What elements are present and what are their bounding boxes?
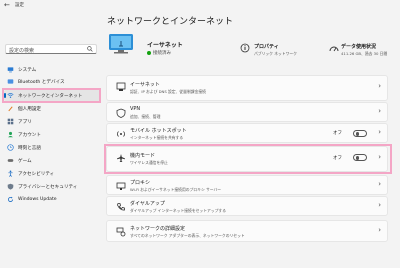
card-title: プロキシ bbox=[130, 180, 151, 186]
account-icon bbox=[8, 131, 13, 138]
sidebar-item-label: アカウント bbox=[18, 132, 41, 138]
hotspot-toggle[interactable] bbox=[353, 130, 367, 137]
sidebar-item-label: 時刻と言語 bbox=[18, 145, 41, 151]
chevron-right-icon: › bbox=[378, 226, 381, 234]
sidebar-item-label: プライバシーとセキュリティ bbox=[18, 184, 78, 190]
chevron-right-icon: › bbox=[378, 82, 381, 90]
apps-icon bbox=[7, 118, 14, 125]
brush-icon bbox=[8, 106, 13, 112]
sidebar-item-label: 個人用設定 bbox=[18, 106, 41, 112]
search-input[interactable]: 設定の検索 bbox=[5, 44, 97, 54]
main-content: ネットワークとインターネット イーサネット 接続済み プロパティ パブリック ネ… bbox=[104, 0, 400, 268]
page-title: ネットワークとインターネット bbox=[107, 17, 234, 27]
chevron-right-icon: › bbox=[378, 128, 381, 136]
sidebar-item-label: Bluetooth とデバイス bbox=[18, 79, 65, 85]
sidebar-item-apps[interactable]: アプリ bbox=[4, 116, 100, 127]
gamepad-icon bbox=[7, 159, 14, 162]
app-title: 設定 bbox=[15, 3, 24, 8]
chevron-right-icon: › bbox=[378, 180, 381, 188]
card-ethernet[interactable]: イーサネット 認証、IP および DNS 設定、従量制課金接続 › bbox=[106, 75, 388, 101]
properties-title: プロパティ bbox=[254, 44, 279, 50]
card-title: ネットワークの詳細設定 bbox=[130, 226, 186, 232]
chevron-right-icon: › bbox=[378, 107, 381, 115]
sidebar-item-privacy[interactable]: プライバシーとセキュリティ bbox=[4, 181, 100, 192]
globe-clock-icon bbox=[7, 144, 14, 151]
card-dial-up[interactable]: ダイヤルアップ ダイヤルアップ インターネット接続をセットアップする › bbox=[106, 196, 388, 216]
properties-subtitle: パブリック ネットワーク bbox=[254, 51, 297, 56]
sidebar-item-label: アプリ bbox=[18, 119, 32, 125]
bluetooth-icon bbox=[7, 79, 14, 84]
proxy-icon bbox=[116, 182, 126, 190]
connection-status: 接続済み bbox=[147, 50, 171, 56]
card-proxy[interactable]: プロキシ Wi-Fi およびイーサネット接続用のプロキシ サーバー › bbox=[106, 175, 388, 195]
card-subtitle: インターネット接続を共有する bbox=[130, 135, 184, 140]
card-subtitle: 認証、IP および DNS 設定、従量制課金接続 bbox=[130, 89, 206, 94]
connected-dot-icon bbox=[147, 50, 151, 55]
shield-icon bbox=[7, 183, 14, 190]
sidebar-item-bluetooth[interactable]: Bluetooth とデバイス bbox=[4, 76, 100, 87]
card-subtitle: Wi-Fi およびイーサネット接続用のプロキシ サーバー bbox=[130, 187, 222, 192]
card-vpn[interactable]: VPN 追加、接続、管理 › bbox=[106, 102, 388, 122]
connection-status-text: 接続済み bbox=[153, 51, 171, 56]
sidebar-item-personalization[interactable]: 個人用設定 bbox=[4, 103, 100, 114]
card-advanced-network[interactable]: ネットワークの詳細設定 すべてのネットワーク アダプターの表示、ネットワークのリ… bbox=[106, 220, 388, 242]
sidebar-item-gaming[interactable]: ゲーム bbox=[4, 155, 100, 166]
card-title: イーサネット bbox=[130, 82, 160, 88]
accessibility-icon bbox=[8, 170, 13, 177]
sidebar-item-accounts[interactable]: アカウント bbox=[4, 129, 100, 140]
search-icon bbox=[87, 46, 93, 52]
card-title: VPN bbox=[130, 106, 141, 112]
sidebar-item-label: アクセシビリティ bbox=[18, 171, 55, 177]
sidebar-item-time-language[interactable]: 時刻と言語 bbox=[4, 142, 100, 153]
card-subtitle: ダイヤルアップ インターネット接続をセットアップする bbox=[130, 208, 227, 213]
ethernet-hero-icon bbox=[109, 34, 133, 54]
highlight-frame-nav bbox=[2, 88, 101, 103]
ethernet-title: イーサネット bbox=[147, 42, 183, 49]
data-usage-icon bbox=[329, 46, 339, 52]
data-usage-title: データ使用状況 bbox=[341, 44, 377, 50]
card-subtitle: 追加、接続、管理 bbox=[130, 114, 161, 119]
card-title: ダイヤルアップ bbox=[130, 201, 165, 207]
sidebar-item-label: Windows Update bbox=[18, 196, 57, 202]
card-subtitle: すべてのネットワーク アダプターの表示、ネットワークのリセット bbox=[130, 233, 245, 238]
chevron-right-icon: › bbox=[378, 201, 381, 209]
sidebar-item-label: ゲーム bbox=[18, 158, 32, 164]
back-button[interactable]: ← bbox=[4, 1, 10, 9]
card-title: モバイル ホットスポット bbox=[130, 128, 187, 134]
ethernet-icon bbox=[116, 82, 126, 91]
phone-icon bbox=[117, 203, 125, 211]
toggle-state-label: オフ bbox=[333, 131, 342, 136]
system-icon bbox=[7, 67, 14, 73]
vpn-shield-icon bbox=[116, 108, 126, 118]
sidebar-item-windows-update[interactable]: Windows Update bbox=[4, 194, 100, 205]
card-mobile-hotspot[interactable]: モバイル ホットスポット インターネット接続を共有する オフ › bbox=[106, 123, 388, 143]
data-usage-subtitle: 411.26 GB、過去 30 日間 bbox=[341, 51, 388, 56]
search-placeholder: 設定の検索 bbox=[9, 47, 35, 54]
sidebar-item-system[interactable]: システム bbox=[4, 64, 100, 75]
info-icon bbox=[240, 43, 250, 53]
highlight-frame-card bbox=[104, 144, 392, 174]
sidebar-item-accessibility[interactable]: アクセシビリティ bbox=[4, 168, 100, 179]
network-advanced-icon bbox=[116, 227, 126, 237]
sidebar-item-label: システム bbox=[18, 67, 37, 73]
update-icon bbox=[7, 196, 14, 203]
hotspot-icon bbox=[117, 131, 125, 137]
